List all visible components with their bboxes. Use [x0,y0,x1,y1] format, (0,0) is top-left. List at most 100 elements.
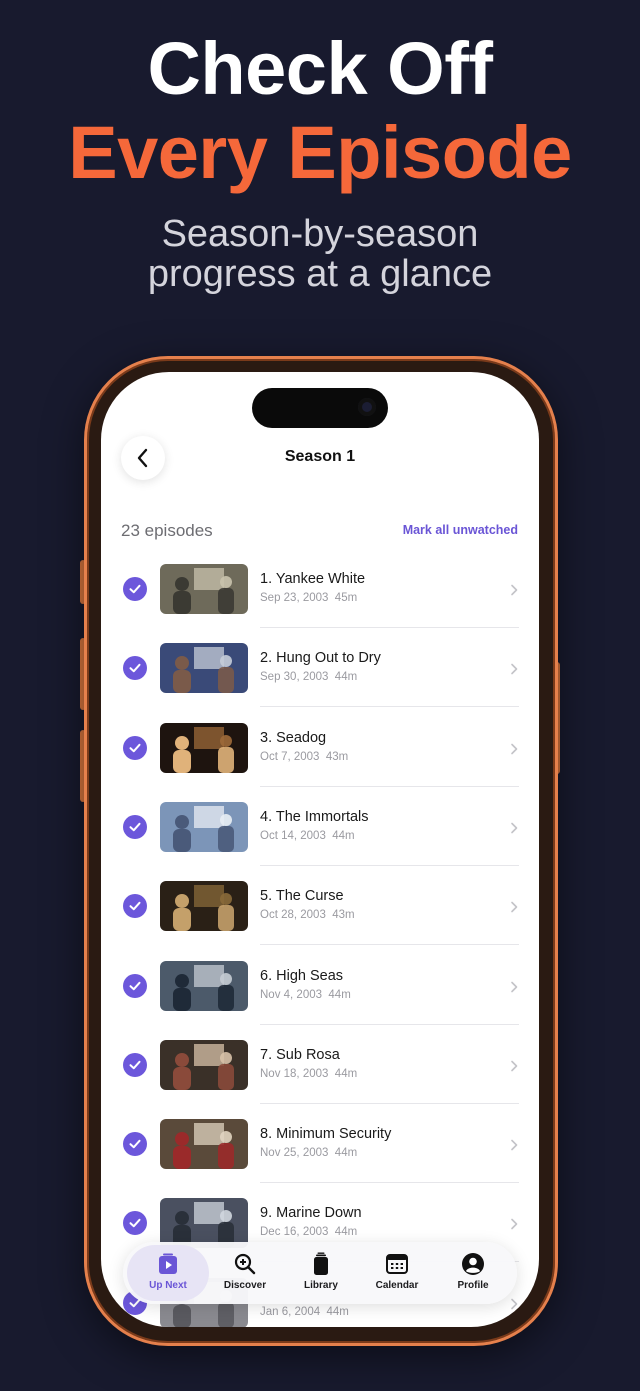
episode-row[interactable]: 5. The Curse Oct 28, 2003 43m [101,878,539,957]
episode-meta: Oct 7, 2003 43m [260,750,349,763]
episode-list: 1. Yankee White Sep 23, 2003 45m 2. Hung O… [101,372,539,1327]
search-plus-icon [234,1253,256,1275]
episode-row[interactable]: 4. The Immortals Oct 14, 2003 44m [101,799,539,878]
episode-meta: Jan 6, 2004 44m [260,1305,349,1318]
episode-thumbnail [160,722,248,773]
tab-up-next[interactable]: Up Next [127,1245,209,1301]
tab-discover[interactable]: Discover [205,1242,285,1304]
tab-calendar[interactable]: Calendar [357,1242,437,1304]
episode-meta: Oct 28, 2003 43m [260,909,355,922]
episode-thumbnail [160,1198,248,1249]
checkmark-icon [129,584,141,594]
episode-thumbnail [160,801,248,852]
row-divider [260,627,519,628]
episode-title: 2. Hung Out to Dry [260,650,381,667]
phone-screen: Season 1 23 episodes Mark all unwatched … [101,372,539,1327]
checkmark-icon [129,1219,141,1228]
checkmark-icon [129,743,141,752]
episode-title: 6. High Seas [260,967,344,984]
chevron-right-icon [510,1217,518,1235]
episode-thumbnail [160,1119,248,1170]
row-divider [260,706,519,708]
episode-row[interactable]: 8. Minimum Security Nov 25, 2003 44m [101,1116,539,1195]
episode-thumbnail [160,564,248,614]
thumbnail-image [160,564,248,614]
watched-checkbox[interactable] [123,1132,147,1157]
chevron-right-icon [510,742,518,760]
episode-meta: Nov 18, 2003 44m [260,1067,358,1080]
play-icon [159,1253,177,1274]
checkmark-icon [129,1060,141,1069]
checkmark-icon [129,981,141,990]
tab-library[interactable]: Library [281,1242,361,1304]
episode-meta: Nov 25, 2003 44m [260,1147,358,1160]
watched-checkbox[interactable] [123,814,147,839]
episode-row[interactable]: 2. Hung Out to Dry Sep 30, 2003 44m [101,640,539,719]
episode-title: 4. The Immortals [260,808,369,825]
episode-row[interactable]: 6. High Seas Nov 4, 2003 44m [101,958,539,1037]
episode-row[interactable]: 3. Seadog Oct 7, 2003 43m [101,720,539,799]
episode-row[interactable]: 7. Sub Rosa Nov 18, 2003 44m [101,1037,539,1116]
chevron-right-icon [510,900,518,918]
chevron-right-icon [510,980,518,998]
thumbnail-image [160,1198,248,1249]
episode-title: 9. Marine Down [260,1205,362,1222]
hero-subtitle-line-2: progress at a glance [147,253,493,295]
episode-meta: Nov 4, 2003 44m [260,988,351,1001]
row-divider [260,864,519,866]
episode-thumbnail [160,1039,248,1090]
row-divider [260,1023,519,1025]
library-icon [314,1252,328,1275]
episode-meta: Oct 14, 2003 44m [260,829,355,842]
hero-title-line-1: Check Off [147,27,493,110]
episode-meta: Sep 30, 2003 44m [260,671,358,684]
watched-checkbox[interactable] [123,1052,147,1077]
checkmark-icon [129,822,141,832]
episode-meta: Sep 23, 2003 45m [260,592,358,604]
chevron-right-icon [510,1138,518,1156]
profile-icon [462,1253,484,1275]
episode-title: 3. Seadog [260,729,327,746]
chevron-right-icon [510,1059,518,1077]
hero-subtitle-line-1: Season-by-season [161,213,479,255]
tab-label-profile: Profile [457,1280,489,1291]
chevron-right-icon [510,583,518,601]
thumbnail-image [160,1039,248,1090]
episode-title: 5. The Curse [260,888,344,905]
chevron-right-icon [510,662,518,680]
thumbnail-image [160,881,248,932]
episode-title: 8. Minimum Security [260,1126,392,1143]
tab-label-calendar: Calendar [375,1280,419,1291]
row-divider [260,785,519,787]
watched-checkbox[interactable] [123,656,147,681]
hero-title-line-2: Every Episode [68,111,572,194]
episode-meta: Dec 16, 2003 44m [260,1226,358,1239]
episode-thumbnail [160,643,248,694]
checkmark-icon [129,901,141,911]
episode-row[interactable]: 1. Yankee White Sep 23, 2003 45m [101,561,539,640]
episode-title: 1. Yankee White [260,571,366,587]
chevron-right-icon [510,821,518,839]
watched-checkbox[interactable] [123,1211,147,1236]
tab-bar: Up Next Discover Library Calendar Profil… [123,1242,517,1304]
watched-checkbox[interactable] [123,973,147,998]
row-divider [260,1182,519,1184]
tab-label-library: Library [304,1280,338,1291]
watched-checkbox[interactable] [123,577,147,601]
watched-checkbox[interactable] [123,735,147,760]
tab-profile[interactable]: Profile [433,1242,513,1304]
episode-thumbnail [160,881,248,932]
row-divider [260,944,519,946]
thumbnail-image [160,1119,248,1170]
watched-checkbox[interactable] [123,894,147,919]
checkmark-icon [129,664,141,673]
tab-label-discover: Discover [223,1280,267,1291]
calendar-icon [386,1254,408,1274]
episode-thumbnail [160,960,248,1011]
checkmark-icon [129,1139,141,1149]
row-divider [260,1102,519,1104]
thumbnail-image [160,960,248,1011]
thumbnail-image [160,722,248,773]
thumbnail-image [160,643,248,694]
episode-title: 7. Sub Rosa [260,1046,340,1063]
